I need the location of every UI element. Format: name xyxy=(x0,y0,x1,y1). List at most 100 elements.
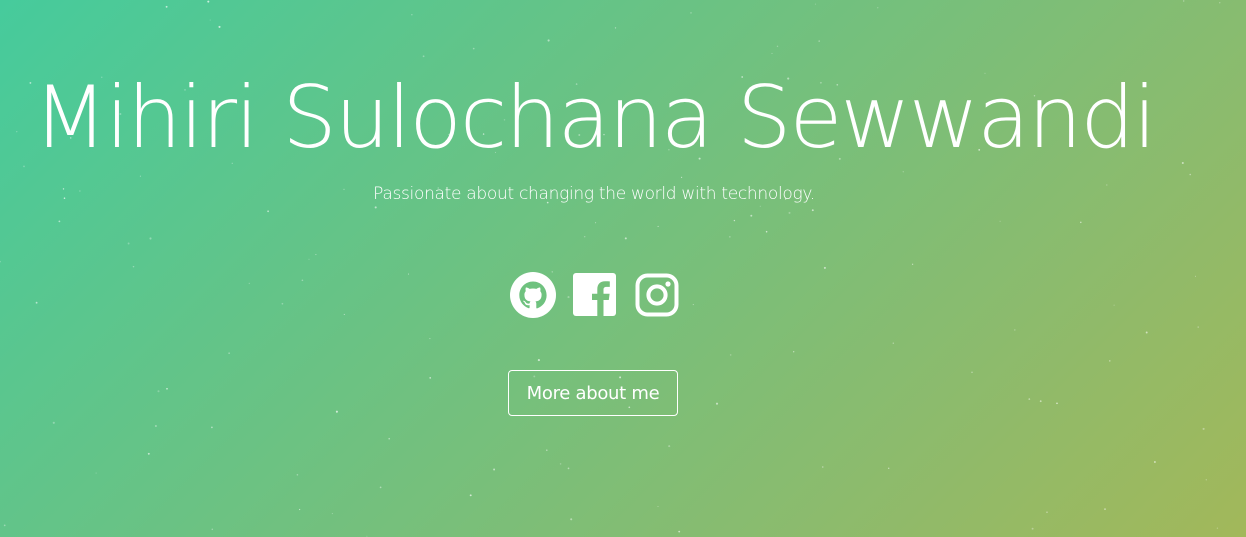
star-dot xyxy=(1028,398,1031,400)
star-dot xyxy=(315,254,317,256)
hero-subtitle: Passionate about changing the world with… xyxy=(373,184,815,204)
star-dot xyxy=(379,486,382,489)
star-dot xyxy=(1056,402,1058,405)
star-dot xyxy=(209,19,211,21)
star-dot xyxy=(614,27,617,29)
star-dot xyxy=(228,352,230,354)
hero-title: Mihiri Sulochana Sewwandi xyxy=(33,68,1157,168)
star-dot xyxy=(546,449,548,451)
star-dot xyxy=(678,530,681,533)
github-icon xyxy=(510,272,556,318)
star-dot xyxy=(308,258,310,260)
star-dot xyxy=(35,301,38,304)
star-dot xyxy=(657,225,659,227)
star-dot xyxy=(733,219,736,222)
star-dot xyxy=(127,242,130,245)
more-about-me-button[interactable]: More about me xyxy=(508,370,678,416)
github-link[interactable] xyxy=(510,272,556,318)
star-dot xyxy=(1194,275,1197,277)
star-dot xyxy=(818,40,820,42)
star-dot xyxy=(715,402,719,405)
star-dot xyxy=(3,524,6,527)
star-dot xyxy=(218,25,221,28)
star-dot xyxy=(729,236,731,238)
star-dot xyxy=(95,472,97,474)
star-dot xyxy=(595,222,597,224)
facebook-icon xyxy=(573,273,616,316)
star-dot xyxy=(537,359,540,362)
star-dot xyxy=(207,0,210,3)
facebook-link[interactable] xyxy=(572,272,618,318)
star-dot xyxy=(58,220,61,223)
star-dot xyxy=(1202,427,1205,430)
star-dot xyxy=(429,338,431,340)
star-dot xyxy=(559,463,562,465)
social-links xyxy=(510,272,680,318)
star-dot xyxy=(892,342,894,344)
star-dot xyxy=(422,55,425,58)
star-dot xyxy=(1013,329,1016,331)
star-dot xyxy=(267,210,270,213)
star-dot xyxy=(1046,511,1048,513)
star-dot xyxy=(911,263,914,265)
star-dot xyxy=(1039,400,1042,403)
star-dot xyxy=(139,175,141,177)
star-dot xyxy=(1031,527,1034,530)
star-dot xyxy=(570,518,573,521)
star-dot xyxy=(469,494,472,497)
star-dot xyxy=(429,377,432,379)
star-dot xyxy=(301,279,304,282)
star-dot xyxy=(771,52,773,54)
star-dot xyxy=(1109,360,1111,362)
star-dot xyxy=(281,302,284,305)
star-dot xyxy=(999,220,1001,222)
star-dot xyxy=(788,211,791,214)
star-dot xyxy=(1145,331,1148,334)
star-dot xyxy=(1197,326,1199,328)
star-dot xyxy=(154,424,157,428)
star-dot xyxy=(1216,527,1219,529)
star-dot xyxy=(343,313,345,315)
star-dot xyxy=(690,12,692,14)
star-dot xyxy=(248,282,250,285)
star-dot xyxy=(624,237,627,240)
star-dot xyxy=(472,47,475,50)
star-dot xyxy=(165,5,168,8)
star-dot xyxy=(692,304,694,306)
star-dot xyxy=(157,390,160,393)
star-dot xyxy=(765,230,768,233)
star-dot xyxy=(296,474,299,476)
star-dot xyxy=(811,209,814,212)
star-dot xyxy=(211,426,213,429)
star-dot xyxy=(149,237,152,240)
star-dot xyxy=(1080,221,1082,224)
star-dot xyxy=(493,468,496,471)
star-dot xyxy=(729,354,732,356)
star-dot xyxy=(1153,461,1156,463)
star-dot xyxy=(971,371,973,373)
star-dot xyxy=(407,273,410,275)
star-dot xyxy=(1113,304,1115,306)
instagram-link[interactable] xyxy=(634,272,680,318)
star-dot xyxy=(657,505,659,508)
instagram-icon xyxy=(635,273,679,317)
star-dot xyxy=(52,421,55,424)
star-dot xyxy=(681,176,683,178)
star-dot xyxy=(776,45,779,48)
star-dot xyxy=(547,39,550,42)
star-dot xyxy=(822,466,824,468)
star-dot xyxy=(887,467,890,470)
star-dot xyxy=(298,508,301,511)
star-dot xyxy=(668,445,671,448)
star-dot xyxy=(750,214,753,217)
star-dot xyxy=(132,265,135,268)
star-dot xyxy=(823,266,826,269)
star-dot xyxy=(388,437,390,440)
star-dot xyxy=(166,387,168,390)
star-dot xyxy=(814,3,816,5)
star-dot xyxy=(567,467,570,470)
star-dot xyxy=(1205,479,1207,481)
star-dot xyxy=(1183,0,1185,2)
star-dot xyxy=(1219,2,1221,4)
star-dot xyxy=(335,410,338,413)
